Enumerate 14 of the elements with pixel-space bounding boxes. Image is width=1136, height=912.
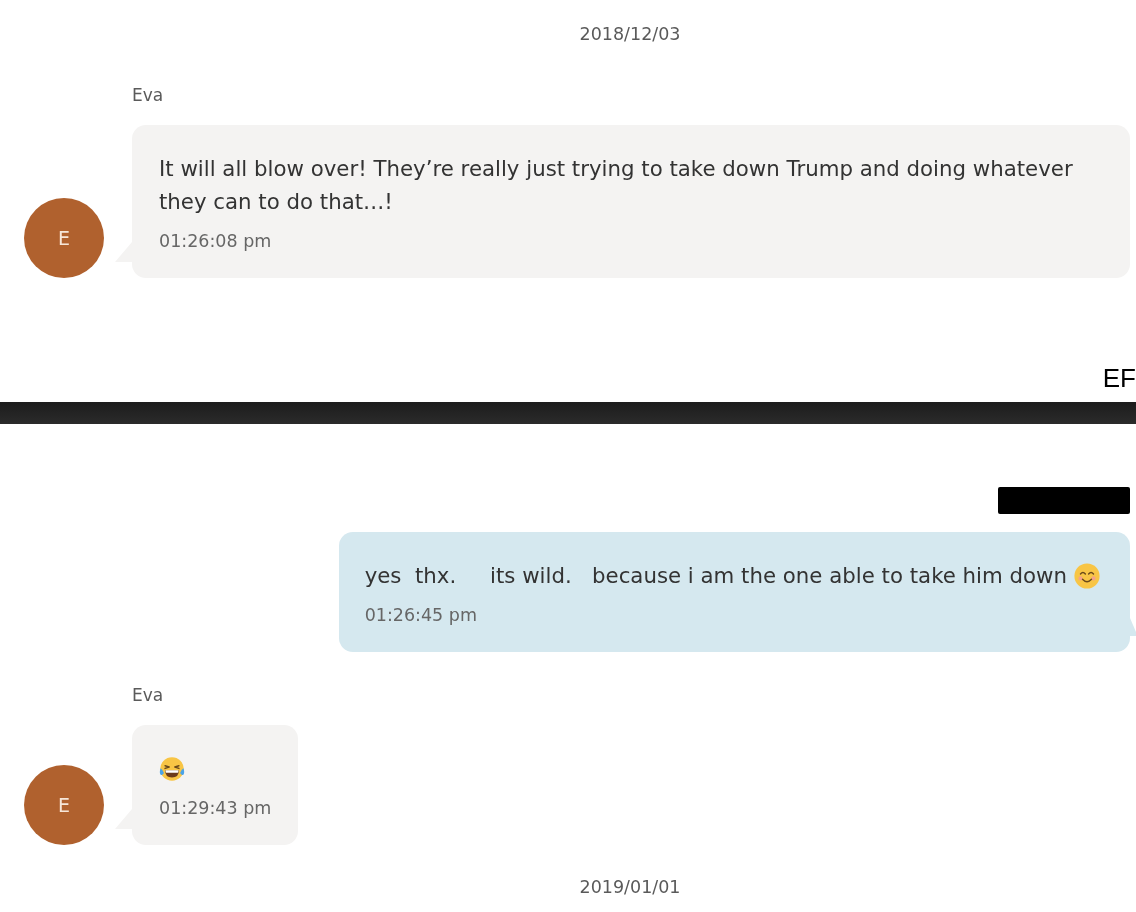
date-label: 2018/12/03: [579, 23, 681, 45]
message-text: It will all blow over! They’re really just trying to take down Trump and doing whatever they can to do that…!: [159, 155, 1074, 216]
avatar: E: [24, 198, 104, 278]
sender-name: Eva: [132, 84, 164, 106]
laughing-face-icon: [159, 755, 185, 782]
message-time: 01:26:45 pm: [364, 604, 477, 627]
avatar: E: [24, 765, 104, 845]
date-label: 2019/01/01: [579, 876, 681, 898]
message-time: 01:29:43 pm: [159, 797, 272, 820]
message-text: yes thx. its wild. because i am the one able to take him down: [364, 562, 1067, 590]
edge-text: EF: [1102, 363, 1136, 393]
smiling-face-icon: [1074, 562, 1100, 589]
message-time: 01:26:08 pm: [159, 230, 272, 253]
sender-name: Eva: [132, 684, 164, 706]
